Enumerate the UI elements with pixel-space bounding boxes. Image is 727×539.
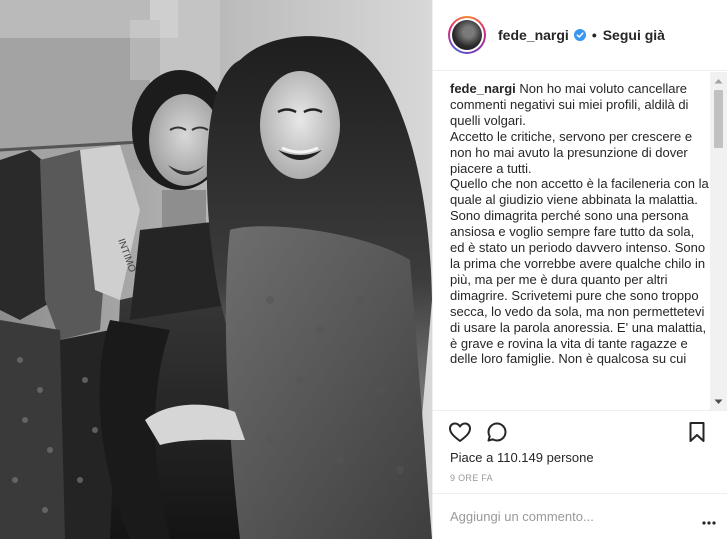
header-separator: • xyxy=(591,27,597,43)
caption-text: Non ho mai voluto cancellare commenti ne… xyxy=(450,81,709,367)
scroll-up-arrow-icon[interactable] xyxy=(710,72,727,89)
comment-input[interactable] xyxy=(450,509,680,524)
bookmark-icon[interactable] xyxy=(685,420,709,444)
likes-count[interactable]: Piace a 110.149 persone xyxy=(450,450,594,465)
post-timestamp[interactable]: 9 ORE FA xyxy=(450,473,493,483)
post-caption: fede_nargi Non ho mai voluto cancellare … xyxy=(450,81,712,367)
more-options-icon[interactable] xyxy=(702,512,716,530)
verified-badge-icon xyxy=(573,29,586,41)
comment-box xyxy=(433,493,727,539)
scroll-down-arrow-icon[interactable] xyxy=(710,393,727,410)
avatar[interactable] xyxy=(452,20,482,50)
scrollbar[interactable] xyxy=(710,72,727,410)
scrollbar-thumb[interactable] xyxy=(714,90,723,148)
photo-image: INTIMO xyxy=(0,0,432,539)
story-ring[interactable] xyxy=(448,16,486,54)
action-bar xyxy=(433,410,727,452)
heart-icon[interactable] xyxy=(448,420,472,444)
follow-button[interactable]: Segui già xyxy=(603,27,665,43)
post-header: fede_nargi • Segui già xyxy=(433,0,727,71)
caption-scroll-area[interactable]: fede_nargi Non ho mai voluto cancellare … xyxy=(433,72,727,410)
post-side-panel: fede_nargi • Segui già fede_nargi Non ho… xyxy=(432,0,727,539)
comment-bubble-icon[interactable] xyxy=(485,420,509,444)
header-username[interactable]: fede_nargi xyxy=(498,27,569,43)
caption-username[interactable]: fede_nargi xyxy=(450,81,516,96)
post-photo[interactable]: INTIMO xyxy=(0,0,432,539)
